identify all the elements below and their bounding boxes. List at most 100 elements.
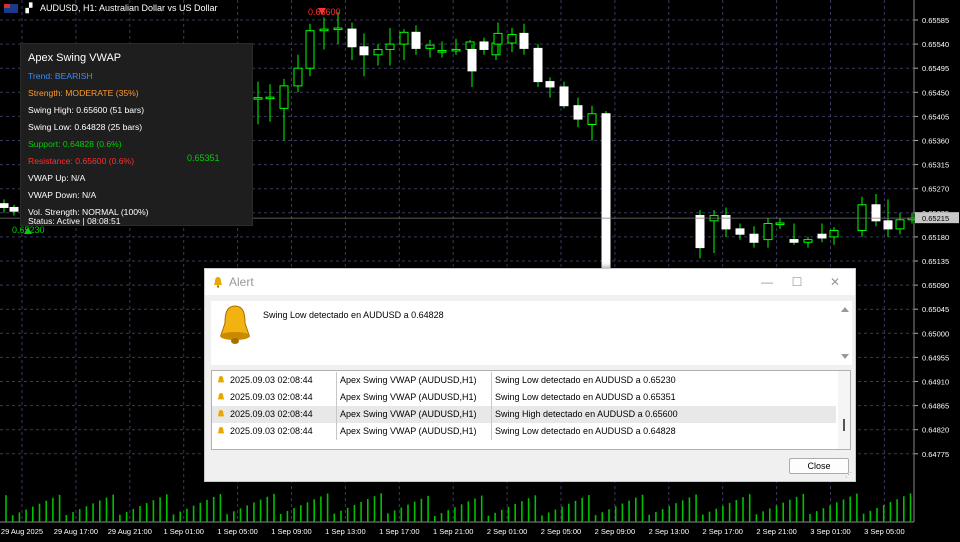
price-tick-label: 0.64910 bbox=[922, 378, 949, 387]
alert-source: Apex Swing VWAP (AUDUSD,H1) bbox=[340, 375, 477, 385]
list-item[interactable]: 2025.09.03 02:08:44 Apex Swing VWAP (AUD… bbox=[212, 389, 836, 406]
candle-body bbox=[695, 214, 705, 249]
price-tick-label: 0.65450 bbox=[922, 88, 949, 97]
list-scrollbar[interactable] bbox=[838, 371, 850, 449]
candle-body bbox=[373, 48, 383, 56]
candle-body bbox=[883, 220, 893, 230]
candle-body bbox=[601, 113, 611, 281]
swing-high-marker-label: 0.65600 bbox=[308, 7, 341, 17]
candle-body bbox=[467, 48, 477, 72]
alert-text: Swing Low detectado en AUDUSD a 0.65351 bbox=[495, 392, 676, 402]
price-tick-label: 0.65585 bbox=[922, 16, 949, 25]
time-tick-label: 1 Sep 09:00 bbox=[271, 527, 311, 536]
candle-body bbox=[9, 206, 19, 212]
flag-icon bbox=[4, 3, 18, 13]
alert-message: Swing Low detectado en AUDUSD a 0.64828 bbox=[263, 310, 444, 320]
alert-dialog: Alert — ☐ ✕ Swing Low detectado en AUDUS… bbox=[204, 268, 856, 482]
alert-source: Apex Swing VWAP (AUDUSD,H1) bbox=[340, 409, 477, 419]
message-scrollbar[interactable] bbox=[838, 301, 852, 365]
resize-grip-icon[interactable]: ⋰ bbox=[845, 471, 853, 479]
vwap-down-label: VWAP Down: N/A bbox=[28, 190, 97, 200]
candle-body bbox=[559, 86, 569, 107]
price-tick-label: 0.65540 bbox=[922, 40, 949, 49]
chart-title-bar: ▞ AUDUSD, H1: Australian Dollar vs US Do… bbox=[4, 3, 218, 13]
price-tick-label: 0.65405 bbox=[922, 112, 949, 121]
panel-title: Apex Swing VWAP bbox=[28, 52, 122, 64]
time-tick-label: 1 Sep 17:00 bbox=[379, 527, 419, 536]
alert-history-list[interactable]: 2025.09.03 02:08:44 Apex Swing VWAP (AUD… bbox=[211, 370, 851, 450]
candle-body bbox=[437, 50, 447, 53]
alert-title-bar[interactable]: Alert — ☐ ✕ bbox=[205, 269, 855, 295]
price-tick-label: 0.65045 bbox=[922, 305, 949, 314]
time-tick-label: 2 Sep 01:00 bbox=[487, 527, 527, 536]
candle-body bbox=[465, 41, 475, 50]
candle-body bbox=[573, 105, 583, 120]
candle-body bbox=[803, 239, 813, 243]
candle-body bbox=[333, 27, 343, 31]
resistance-label: Resistance: 0.65600 (0.6%) bbox=[28, 156, 135, 166]
alert-source: Apex Swing VWAP (AUDUSD,H1) bbox=[340, 426, 477, 436]
candle-body bbox=[347, 28, 357, 48]
candle-body bbox=[735, 228, 745, 235]
candle-body bbox=[857, 204, 867, 231]
swing-low-marker-label-1: 0.65230 bbox=[12, 225, 45, 235]
time-tick-label: 29 Aug 21:00 bbox=[108, 527, 152, 536]
time-tick-label: 2 Sep 17:00 bbox=[702, 527, 742, 536]
candle-body bbox=[279, 85, 289, 109]
candle-body bbox=[385, 43, 395, 50]
alert-text: Swing Low detectado en AUDUSD a 0.65230 bbox=[495, 375, 676, 385]
candle-body bbox=[545, 81, 555, 88]
time-tick-label: 1 Sep 01:00 bbox=[163, 527, 203, 536]
indicator-panel: Apex Swing VWAP Trend: BEARISH Strength:… bbox=[20, 43, 253, 226]
alert-text: Swing Low detectado en AUDUSD a 0.64828 bbox=[495, 426, 676, 436]
alert-text: Swing High detectado en AUDUSD a 0.65600 bbox=[495, 409, 678, 419]
candle-body bbox=[293, 67, 303, 87]
candle-body bbox=[789, 239, 799, 243]
candle-body bbox=[0, 203, 9, 208]
alert-source: Apex Swing VWAP (AUDUSD,H1) bbox=[340, 392, 477, 402]
candle-body bbox=[253, 97, 263, 100]
alert-time: 2025.09.03 02:08:44 bbox=[230, 392, 313, 402]
alert-title: Alert bbox=[229, 275, 254, 289]
price-tick-label: 0.65180 bbox=[922, 233, 949, 242]
candle-body bbox=[493, 32, 503, 45]
candle-body bbox=[319, 28, 329, 32]
time-tick-label: 3 Sep 05:00 bbox=[864, 527, 904, 536]
bell-icon bbox=[217, 410, 225, 417]
swing-high-label: Swing High: 0.65600 (51 bars) bbox=[28, 105, 145, 115]
candle-body bbox=[587, 113, 597, 125]
list-item[interactable]: 2025.09.03 02:08:44 Apex Swing VWAP (AUD… bbox=[212, 406, 836, 423]
price-tick-label: 0.65000 bbox=[922, 329, 949, 338]
close-x-button[interactable]: ✕ bbox=[821, 273, 849, 291]
time-tick-label: 2 Sep 21:00 bbox=[756, 527, 796, 536]
time-tick-label: 3 Sep 01:00 bbox=[810, 527, 850, 536]
maximize-button[interactable]: ☐ bbox=[783, 273, 811, 291]
time-tick-label: 1 Sep 05:00 bbox=[217, 527, 257, 536]
bell-icon bbox=[217, 427, 225, 434]
candle-body bbox=[533, 47, 543, 83]
candle-body bbox=[507, 33, 517, 44]
candle-body bbox=[895, 219, 905, 230]
candle-body bbox=[305, 30, 315, 69]
price-tick-label: 0.64820 bbox=[922, 426, 949, 435]
candle-body bbox=[411, 31, 421, 49]
candle-body bbox=[817, 233, 827, 239]
list-item[interactable]: 2025.09.03 02:08:44 Apex Swing VWAP (AUD… bbox=[212, 372, 836, 389]
candle-body bbox=[491, 42, 501, 56]
candle-body bbox=[763, 223, 773, 241]
indicator-icon: ▞ bbox=[25, 3, 33, 13]
alert-time: 2025.09.03 02:08:44 bbox=[230, 426, 313, 436]
alert-message-box: Swing Low detectado en AUDUSD a 0.64828 bbox=[211, 301, 852, 365]
support-label: Support: 0.64828 (0.6%) bbox=[28, 139, 122, 149]
close-button[interactable]: Close bbox=[789, 458, 849, 474]
alert-time: 2025.09.03 02:08:44 bbox=[230, 375, 313, 385]
list-item[interactable]: 2025.09.03 02:08:44 Apex Swing VWAP (AUD… bbox=[212, 423, 836, 440]
candle-body bbox=[479, 41, 489, 50]
price-tick-label: 0.65135 bbox=[922, 257, 949, 266]
candle-body bbox=[359, 46, 369, 56]
minimize-button[interactable]: — bbox=[753, 273, 781, 291]
price-tick-label: 0.64775 bbox=[922, 450, 949, 459]
time-tick-label: 29 Aug 17:00 bbox=[54, 527, 98, 536]
candle-body bbox=[451, 48, 461, 52]
price-tick-label: 0.65315 bbox=[922, 161, 949, 170]
